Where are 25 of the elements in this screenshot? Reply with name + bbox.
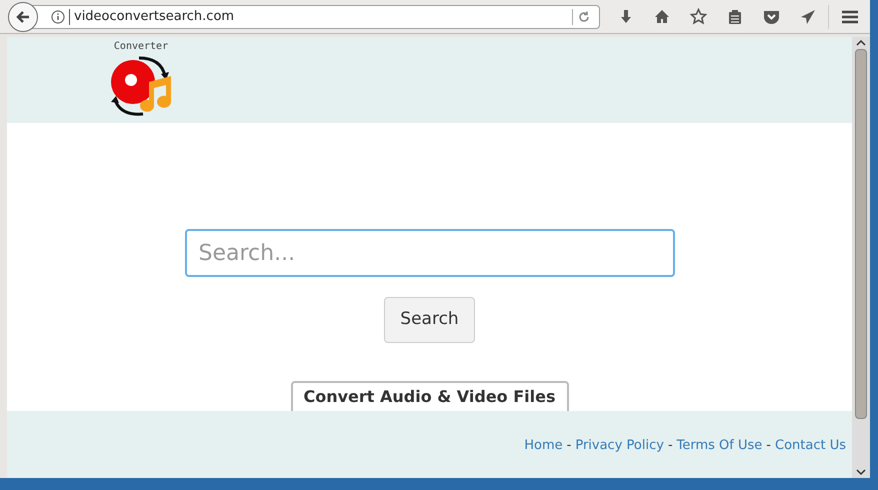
menu-icon[interactable] — [841, 8, 859, 24]
link-separator: - — [766, 436, 771, 455]
send-icon[interactable] — [800, 8, 816, 24]
scroll-thumb[interactable] — [855, 49, 867, 419]
pocket-icon[interactable] — [763, 8, 780, 24]
search-field[interactable]: Search... — [184, 229, 674, 277]
footer-link[interactable]: Home — [524, 436, 563, 456]
back-arrow-icon — [15, 8, 31, 24]
footer-link[interactable]: Terms Of Use — [676, 436, 762, 456]
home-icon[interactable] — [654, 8, 670, 24]
search-button[interactable]: Search — [384, 297, 475, 343]
card-title: Convert Audio & Video Files — [303, 387, 556, 408]
star-icon[interactable] — [690, 8, 707, 25]
footer-link[interactable]: Privacy Policy — [575, 436, 664, 456]
link-separator: - — [566, 436, 572, 455]
url-text: videoconvertsearch.com — [74, 8, 236, 26]
address-bar[interactable]: videoconvertsearch.com — [30, 4, 600, 28]
download-icon[interactable] — [618, 8, 634, 24]
info-icon — [51, 10, 65, 24]
clipboard-icon[interactable] — [727, 8, 743, 24]
link-separator: - — [668, 436, 673, 455]
back-button[interactable] — [8, 2, 38, 32]
footer-link[interactable]: Contact Us — [775, 436, 846, 456]
reload-icon[interactable] — [577, 10, 591, 24]
logo-text: Converter — [114, 42, 168, 52]
